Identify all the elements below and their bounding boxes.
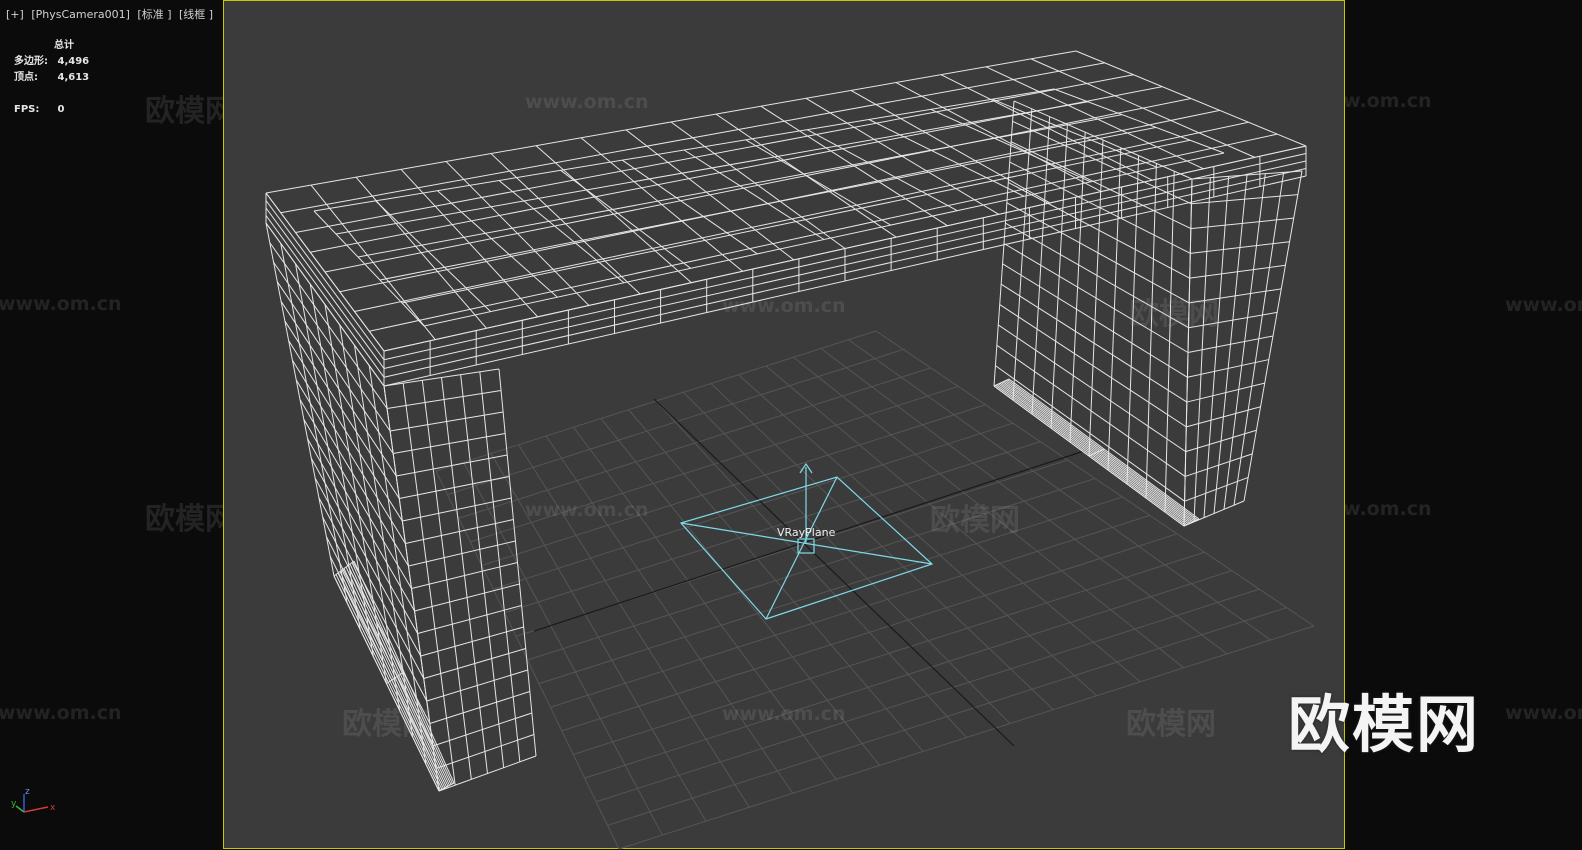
tabletop-left-edge	[265, 192, 385, 352]
stats-vertices-value: 4,613	[57, 72, 90, 83]
stats-polygons: 多边形: 4,496	[14, 54, 89, 70]
left-leg-base	[337, 572, 443, 790]
tabletop-inner-frame	[313, 88, 1055, 212]
tabletop-inner-frame	[683, 149, 825, 240]
watermark-url: www.om.cn	[1505, 294, 1582, 316]
right-leg-base	[1001, 382, 1192, 523]
grid-line	[618, 625, 1315, 850]
viewport-label: [+] [PhysCamera001] [标准 ] [线框 ]	[6, 6, 217, 22]
left-leg-side-face	[276, 281, 394, 454]
axis-x-label: x	[50, 803, 56, 813]
grid-line	[584, 570, 1233, 779]
right-leg-side-face	[1009, 161, 1191, 254]
stats-vertices-label: 顶点:	[14, 72, 38, 83]
watermark-url: www.om.cn	[0, 293, 122, 315]
stats-fps-label: FPS:	[14, 104, 40, 115]
right-leg-front-face	[1184, 453, 1253, 477]
grid-line	[458, 367, 931, 519]
right-leg-base	[1007, 379, 1198, 521]
viewport-camera-menu[interactable]: [PhysCamera001]	[31, 8, 130, 21]
right-leg-side-face	[1008, 181, 1190, 279]
left-leg-base	[335, 574, 441, 791]
grid-line	[527, 478, 1096, 661]
right-leg-front-face	[1188, 311, 1278, 329]
watermark-url: www.om.cn	[1505, 702, 1582, 724]
grid-line	[504, 441, 1041, 614]
viewport-canvas[interactable]: VRayPlane www.om.cn www.om.cn 欧模网 www.om…	[223, 0, 1345, 850]
stats-header: 总计	[54, 40, 74, 51]
viewport-display-mode-menu[interactable]: [线框 ]	[179, 8, 213, 21]
right-leg-base	[1002, 381, 1194, 523]
axis-tripod-icon: x z y	[10, 786, 60, 824]
tabletop-inner-frame	[379, 126, 1157, 281]
right-leg-side-face	[1000, 283, 1188, 403]
stats-fps-value: 0	[57, 104, 65, 115]
left-leg-base	[345, 566, 449, 787]
tabletop-inner-frame	[423, 152, 1225, 327]
right-leg-base	[1008, 378, 1200, 520]
statistics-overlay: 总计 多边形: 4,496 顶点: 4,613 FPS: 0	[14, 38, 89, 118]
axis-y-label: y	[11, 799, 17, 809]
viewport-plus-menu[interactable]: [+]	[6, 8, 24, 21]
desk-wireframe[interactable]	[265, 50, 1307, 792]
watermark-url: www.om.cn	[0, 702, 122, 724]
stats-polygons-label: 多边形:	[14, 56, 48, 67]
tabletop-inner-frame	[335, 101, 1089, 235]
tabletop-top-face	[369, 133, 1278, 332]
right-leg-side-face	[1006, 202, 1190, 304]
grid-axes	[533, 398, 1085, 747]
brand-logo: 欧模网	[1288, 688, 1481, 761]
stats-fps: FPS: 0	[14, 102, 89, 118]
right-leg-front-face	[1185, 429, 1257, 453]
home-grid	[435, 330, 1315, 850]
scene-render	[265, 50, 1315, 850]
axis-z-label: z	[25, 787, 30, 797]
stats-vertices: 顶点: 4,613	[14, 70, 89, 86]
right-leg-side-face	[1003, 243, 1189, 353]
right-leg-side-face	[995, 365, 1185, 502]
right-leg-front-face	[1184, 476, 1249, 502]
grid-line	[447, 348, 904, 496]
tabletop-left-edge	[265, 207, 385, 369]
grid-line	[538, 496, 1123, 685]
right-leg-front-face	[1187, 335, 1274, 353]
grid-line	[561, 533, 1178, 732]
left-leg-base	[341, 569, 446, 789]
left-leg-base	[349, 563, 452, 785]
grid-line	[607, 607, 1287, 826]
left-leg-side-face	[318, 497, 428, 702]
tabletop-front-face	[383, 160, 1307, 369]
right-leg-base	[1004, 380, 1195, 522]
right-leg-front-face	[1187, 359, 1269, 378]
right-leg-base	[996, 384, 1188, 526]
grid-line	[481, 404, 986, 566]
grid-line	[573, 551, 1205, 755]
viewport-shading-menu[interactable]: [标准 ]	[137, 8, 171, 21]
grid-line	[493, 422, 1014, 590]
right-leg-base	[999, 382, 1191, 524]
tabletop-inner-frame	[807, 129, 958, 212]
tabletop-top-face	[265, 50, 1077, 194]
grid-line	[595, 588, 1260, 803]
grid-line	[550, 514, 1150, 708]
left-leg-front-face	[383, 368, 500, 387]
right-leg-side-face	[1002, 263, 1188, 378]
left-leg-side-face	[273, 261, 391, 432]
right-leg-front-face	[1186, 382, 1265, 403]
tabletop-top-face	[280, 62, 1105, 214]
tabletop-front-face	[383, 153, 1307, 361]
watermark-brand: 欧模网	[145, 94, 235, 129]
right-leg-base	[995, 384, 1186, 526]
stats-polygons-value: 4,496	[57, 56, 90, 67]
left-leg-base	[353, 560, 455, 784]
vray-plane-light[interactable]	[679, 462, 934, 620]
watermark-brand: 欧模网	[145, 502, 235, 537]
right-leg-front-face	[1186, 406, 1261, 428]
vray-plane-label: VRayPlane	[777, 526, 836, 539]
